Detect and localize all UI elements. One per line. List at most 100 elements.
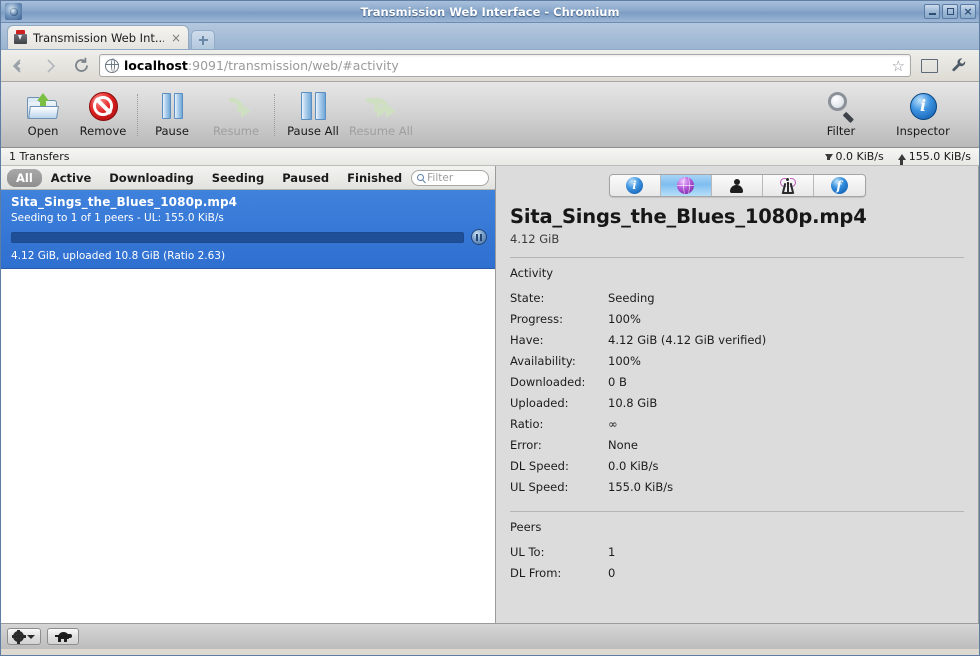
upload-arrow-icon [897, 153, 906, 165]
reload-icon[interactable] [69, 54, 93, 78]
inspector-row: State: Seeding [510, 287, 964, 308]
inspector-row: Ratio: ∞ [510, 413, 964, 434]
bottom-bar [1, 623, 979, 649]
remove-button-label: Remove [79, 124, 127, 138]
pause-button-label: Pause [155, 124, 189, 138]
filter-button[interactable]: Filter [811, 86, 871, 144]
tab-info[interactable]: i [609, 175, 661, 196]
filter-search-input[interactable]: Filter [411, 169, 489, 186]
tracker-icon [779, 177, 797, 195]
remove-icon [88, 91, 118, 121]
browser-tabstrip: Transmission Web Int... × [1, 23, 979, 50]
globe-icon [677, 177, 694, 194]
browser-tab[interactable]: Transmission Web Int... × [7, 25, 189, 49]
inspector-row-key: Error: [510, 437, 542, 452]
torrent-pause-button[interactable] [471, 229, 487, 245]
browser-tab-title: Transmission Web Int... [33, 30, 164, 45]
inspector-row-value: None [608, 437, 639, 452]
remove-button[interactable]: Remove [73, 86, 133, 144]
inspector-row-value: 100% [608, 311, 641, 326]
back-icon[interactable] [9, 54, 33, 78]
window-titlebar: Transmission Web Interface - Chromium × [1, 1, 979, 23]
resume-all-button-label: Resume All [348, 124, 414, 138]
download-speed-value: 0.0 KiB/s [835, 150, 884, 163]
inspector-button-label: Inspector [896, 124, 950, 138]
toolbar-separator [137, 93, 138, 136]
url-host: localhost [124, 58, 188, 73]
inspector-row-key: Progress: [510, 311, 563, 326]
torrent-pane: All Active Downloading Seeding Paused Fi… [1, 166, 496, 623]
tab-trackers[interactable] [762, 175, 814, 196]
inspector-row-key: DL From: [510, 565, 562, 580]
inspector-row-value: 0 [608, 565, 616, 580]
magnifier-icon [826, 91, 856, 123]
resume-all-button[interactable]: Resume All [347, 86, 415, 144]
window-title: Transmission Web Interface - Chromium [360, 4, 620, 19]
resume-icon [221, 91, 251, 121]
activity-rows: State: Seeding Progress: 100% Have: 4.12 GiB … [510, 287, 964, 497]
download-speed: 0.0 KiB/s [824, 150, 884, 163]
close-icon: × [963, 4, 973, 18]
inspector-divider [510, 257, 964, 258]
tab-files[interactable]: f [813, 175, 865, 196]
close-button[interactable]: × [960, 4, 976, 19]
inspector-body: Sita_Sings_the_Blues_1080p.mp4 4.12 GiB … [496, 203, 978, 623]
inspector-row-value: 4.12 GiB (4.12 GiB verified) [608, 332, 767, 347]
filter-tab-active[interactable]: Active [42, 169, 100, 187]
inspector-row-key: DL Speed: [510, 458, 569, 473]
maximize-button[interactable] [942, 4, 958, 19]
resume-button[interactable]: Resume [202, 86, 270, 144]
inspector-row: DL From: 0 [510, 562, 964, 583]
inspector-row: Error: None [510, 434, 964, 455]
pause-all-button[interactable]: Pause All [279, 86, 347, 144]
new-tab-button[interactable] [191, 30, 215, 49]
pause-button[interactable]: Pause [142, 86, 202, 144]
filter-tab-seeding[interactable]: Seeding [203, 169, 273, 187]
search-icon [417, 174, 425, 181]
pause-all-icon [300, 91, 326, 121]
speed-limit-button[interactable] [47, 628, 79, 645]
address-bar[interactable]: localhost:9091/transmission/web/#activit… [99, 54, 911, 77]
filter-tab-downloading[interactable]: Downloading [100, 169, 202, 187]
gear-icon [11, 629, 26, 644]
inspector-row-value: Seeding [608, 290, 655, 305]
torrent-row[interactable]: Sita_Sings_the_Blues_1080p.mp4 Seeding t… [1, 190, 495, 269]
inspector-row: UL To: 1 [510, 541, 964, 562]
upload-speed-value: 155.0 KiB/s [908, 150, 971, 163]
inspector-row-value: 1 [608, 544, 616, 559]
tab-peers[interactable] [711, 175, 763, 196]
inspector-title: Sita_Sings_the_Blues_1080p.mp4 [510, 205, 867, 228]
open-button-label: Open [27, 124, 59, 138]
pause-icon [161, 91, 183, 121]
filter-tab-finished[interactable]: Finished [338, 169, 411, 187]
inspector-row: Progress: 100% [510, 308, 964, 329]
minimize-button[interactable] [924, 4, 940, 19]
window-icon[interactable] [917, 54, 941, 78]
filter-button-label: Filter [826, 124, 856, 138]
inspector-row-value: 100% [608, 353, 641, 368]
tab-close-icon[interactable]: × [169, 32, 183, 44]
inspector-divider-2 [510, 511, 964, 512]
inspector-row-value: 10.8 GiB [608, 395, 658, 410]
inspector-button[interactable]: i Inspector [889, 86, 957, 144]
inspector-row: UL Speed: 155.0 KiB/s [510, 476, 964, 497]
forward-icon[interactable] [39, 54, 63, 78]
filter-tab-paused[interactable]: Paused [273, 169, 338, 187]
globe-icon [104, 58, 119, 73]
peers-rows: UL To: 1 DL From: 0 [510, 541, 964, 583]
inspector-row-value: 0.0 KiB/s [608, 458, 659, 473]
transfer-count: 1 Transfers [9, 150, 70, 163]
preferences-button[interactable] [7, 628, 41, 645]
filter-tab-all[interactable]: All [7, 168, 42, 187]
tab-activity[interactable] [660, 175, 712, 196]
files-icon: f [830, 177, 848, 194]
inspector-row-key: Have: [510, 332, 544, 347]
inspector-row: Uploaded: 10.8 GiB [510, 392, 964, 413]
bookmark-star-icon[interactable]: ☆ [892, 57, 905, 75]
resume-button-label: Resume [212, 124, 260, 138]
toolbar-right-group: Filter i Inspector [811, 86, 967, 144]
wrench-icon[interactable] [947, 54, 971, 78]
open-button[interactable]: Open [13, 86, 73, 144]
global-speeds: 0.0 KiB/s 155.0 KiB/s [824, 150, 971, 165]
transmission-toolbar: Open Remove Pause Resume Pause All Resum… [1, 82, 979, 148]
